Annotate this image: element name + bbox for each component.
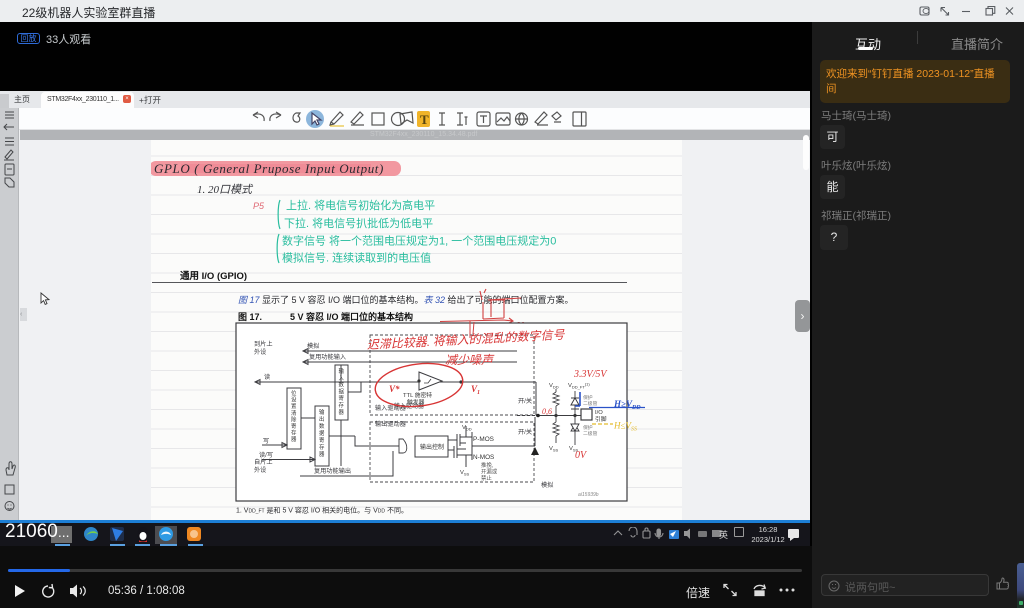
svg-text:保护: 保护 — [583, 424, 593, 431]
svg-text:外设: 外设 — [254, 466, 266, 474]
svg-text:1. 20口模式: 1. 20口模式 — [197, 183, 254, 196]
svg-text:ai15939b: ai15939b — [578, 492, 599, 498]
svg-text:输出数据寄存器: 输出数据寄存器 — [319, 408, 325, 458]
svg-text:T: T — [420, 112, 429, 127]
svg-text:数字信号 将一个范围电压规定为1, 一个范围电压规定为0: 数字信号 将一个范围电压规定为1, 一个范围电压规定为0 — [282, 234, 556, 248]
svg-text:V*: V* — [389, 384, 400, 394]
svg-text:0,6: 0,6 — [542, 407, 552, 416]
svg-text:到片上: 到片上 — [254, 340, 273, 348]
svg-text:禁止: 禁止 — [481, 474, 492, 482]
svg-text:上拉. 将电信号初始化为高电平: 上拉. 将电信号初始化为高电平 — [286, 198, 435, 212]
svg-text:P-MOS: P-MOS — [473, 436, 494, 443]
svg-text:VDD: VDD — [549, 383, 559, 389]
svg-text:3.3V/5V: 3.3V/5V — [573, 369, 608, 380]
svg-text:开/关: 开/关 — [518, 397, 532, 405]
svg-text:输出控制: 输出控制 — [420, 443, 444, 451]
svg-text:模拟: 模拟 — [307, 342, 320, 350]
svg-text:图 17.: 图 17. — [238, 312, 262, 322]
svg-text:位设置清除寄存器: 位设置清除寄存器 — [291, 389, 297, 443]
svg-text:输出驱动器: 输出驱动器 — [375, 420, 407, 428]
svg-text:VDD: VDD — [462, 425, 472, 431]
svg-text:通用 I/O (GPIO): 通用 I/O (GPIO) — [180, 271, 247, 282]
svg-text:5 V 容忍 I/O 端口位的基本结构: 5 V 容忍 I/O 端口位的基本结构 — [290, 311, 413, 322]
svg-text:外设: 外设 — [254, 348, 266, 356]
svg-text:减少噪声: 减少噪声 — [445, 353, 495, 367]
svg-text:I/O: I/O — [595, 410, 603, 416]
svg-text:引脚: 引脚 — [595, 415, 607, 423]
svg-text:读: 读 — [264, 373, 270, 381]
svg-text:GPLO ( General Prupose Input O: GPLO ( General Prupose Input Output) — [154, 161, 384, 176]
svg-text:开/关: 开/关 — [518, 428, 532, 436]
svg-text:VSS: VSS — [549, 446, 559, 452]
svg-text:0V: 0V — [575, 450, 588, 461]
svg-text:VSS: VSS — [460, 470, 470, 476]
svg-text:N-MOS: N-MOS — [473, 454, 494, 461]
svg-text:二极管: 二极管 — [583, 430, 598, 437]
svg-text:推挽,: 推挽, — [481, 461, 494, 469]
svg-text:P5: P5 — [253, 201, 265, 211]
svg-text:写: 写 — [263, 438, 269, 445]
svg-text:模拟信号. 连续读取到的电压值: 模拟信号. 连续读取到的电压值 — [282, 251, 431, 265]
svg-text:图 17 显示了 5 V 容忍 I/O 端口位的基本结构。表: 图 17 显示了 5 V 容忍 I/O 端口位的基本结构。表 32 给出了可能的… — [238, 294, 574, 305]
svg-text:下拉. 将电信号扒批低为低电平: 下拉. 将电信号扒批低为低电平 — [284, 216, 433, 230]
svg-text:保护: 保护 — [583, 394, 593, 401]
svg-text:模拟: 模拟 — [541, 481, 554, 489]
svg-text:TTL 施密特: TTL 施密特 — [403, 391, 432, 399]
svg-text:二极管: 二极管 — [583, 400, 598, 407]
svg-text:开漏或: 开漏或 — [481, 468, 498, 476]
svg-text:读/写: 读/写 — [259, 451, 273, 459]
svg-text:复用功能输入: 复用功能输入 — [309, 353, 346, 361]
svg-text:复用功能输出: 复用功能输出 — [314, 467, 351, 475]
svg-text:英: 英 — [719, 529, 728, 540]
